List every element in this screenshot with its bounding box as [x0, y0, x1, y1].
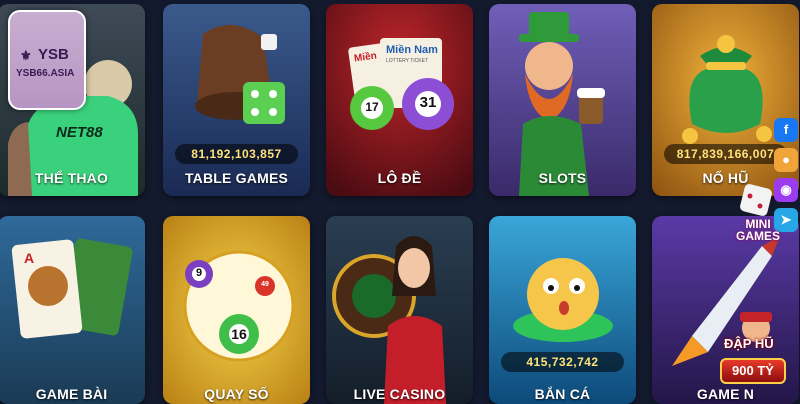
promo-line1: ĐẬP HŨ — [724, 336, 774, 351]
mini-games-button[interactable]: MINI GAMES — [734, 182, 782, 242]
card-ban-ca[interactable]: 415,732,742 BẮN CÁ — [489, 216, 636, 404]
card-rank: A — [24, 250, 35, 266]
ball-number-3: 49 — [261, 281, 269, 288]
ticket-label-2: Miền Nam — [386, 44, 438, 56]
zalo-icon[interactable]: ● — [774, 148, 798, 172]
dealer-art — [326, 216, 473, 404]
brand-logo[interactable]: ⚜ YSB YSB66.ASIA — [8, 10, 86, 110]
game-category-grid: NET88 THỂ THAO 81,192,103,857 TABLE GAME… — [0, 0, 800, 404]
card-lo-de[interactable]: Miền Miền Nam LOTTERY TICKET 17 31 LÔ ĐỀ — [326, 4, 473, 196]
lottery-machine-art — [163, 216, 310, 404]
lottery-art — [326, 4, 473, 196]
playing-cards-art — [0, 216, 145, 404]
mini-games-line2: GAMES — [735, 229, 780, 243]
jackpot-counter: 415,732,742 — [501, 352, 624, 372]
card-label: LÔ ĐỀ — [377, 170, 422, 186]
jackpot-counter: 81,192,103,857 — [175, 144, 298, 164]
card-slots[interactable]: SLOTS — [489, 4, 636, 196]
fleur-de-lis-icon: ⚜ — [20, 48, 32, 63]
pufferfish-art — [489, 216, 636, 404]
leprechaun-art — [489, 4, 636, 196]
jackpot-counter: 817,839,166,007 — [664, 144, 787, 164]
facebook-icon[interactable]: f — [774, 118, 798, 142]
card-game-bai[interactable]: A GAME BÀI — [0, 216, 145, 404]
card-table-games[interactable]: 81,192,103,857 TABLE GAMES — [163, 4, 310, 196]
card-label: THỂ THAO — [34, 170, 109, 186]
card-label: SLOTS — [538, 170, 587, 186]
brand-name: YSB — [38, 46, 69, 63]
card-quay-so[interactable]: 9 16 49 QUAY SỐ — [163, 216, 310, 404]
ball-number-1: 17 — [365, 100, 379, 114]
ball-number-2: 31 — [419, 94, 437, 111]
brand-url: YSB66.ASIA — [16, 68, 75, 79]
ball-number-2: 16 — [231, 326, 247, 342]
jersey-text: NET88 — [56, 124, 103, 141]
card-live-casino[interactable]: LIVE CASINO — [326, 216, 473, 404]
ticket-sub-label: LOTTERY TICKET — [386, 58, 428, 64]
jackpot-promo-button[interactable]: ĐẬP HŨ 900 TỶ — [716, 312, 800, 400]
card-label: TABLE GAMES — [184, 170, 289, 186]
dice-icon — [740, 184, 772, 216]
dice-cup-art — [163, 4, 310, 196]
ball-number-1: 9 — [195, 267, 203, 279]
promo-line2: 900 TỶ — [720, 358, 786, 384]
